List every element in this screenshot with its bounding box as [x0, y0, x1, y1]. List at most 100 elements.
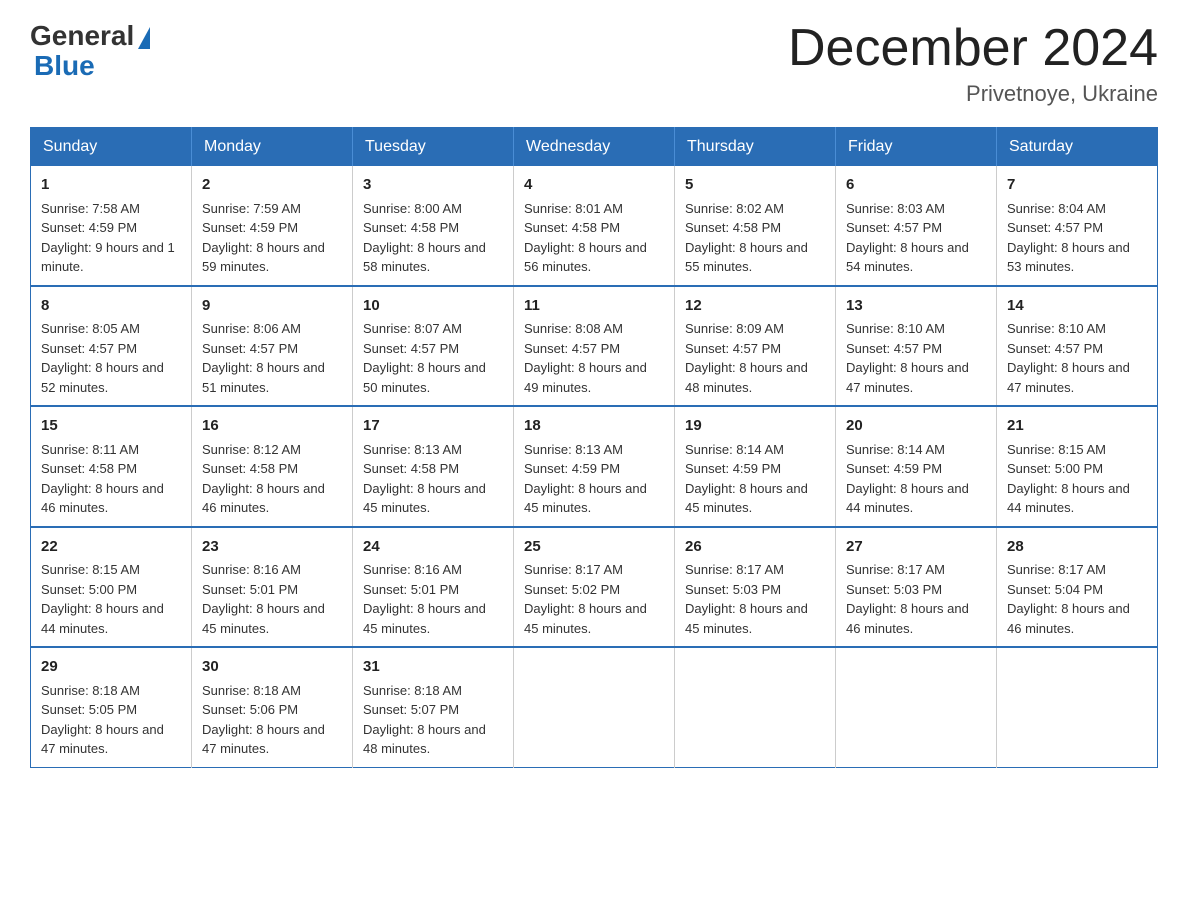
sunrise-text: Sunrise: 8:09 AM — [685, 321, 784, 336]
title-section: December 2024 Privetnoye, Ukraine — [788, 20, 1158, 107]
sunrise-text: Sunrise: 8:02 AM — [685, 201, 784, 216]
calendar-week-row: 29 Sunrise: 8:18 AM Sunset: 5:05 PM Dayl… — [31, 647, 1158, 767]
calendar-day-cell: 28 Sunrise: 8:17 AM Sunset: 5:04 PM Dayl… — [997, 527, 1158, 648]
daylight-text: Daylight: 8 hours and 52 minutes. — [41, 360, 164, 395]
day-of-week-header: Saturday — [997, 128, 1158, 167]
page-header: General Blue December 2024 Privetnoye, U… — [30, 20, 1158, 107]
daylight-text: Daylight: 8 hours and 48 minutes. — [363, 722, 486, 757]
sunset-text: Sunset: 5:00 PM — [41, 582, 137, 597]
calendar-day-cell — [997, 647, 1158, 767]
day-number: 11 — [524, 295, 664, 318]
sunrise-text: Sunrise: 8:03 AM — [846, 201, 945, 216]
day-of-week-header: Wednesday — [514, 128, 675, 167]
day-number: 12 — [685, 295, 825, 318]
calendar-day-cell: 3 Sunrise: 8:00 AM Sunset: 4:58 PM Dayli… — [353, 166, 514, 286]
calendar-table: SundayMondayTuesdayWednesdayThursdayFrid… — [30, 127, 1158, 768]
day-number: 19 — [685, 415, 825, 438]
sunset-text: Sunset: 5:02 PM — [524, 582, 620, 597]
sunrise-text: Sunrise: 8:14 AM — [846, 442, 945, 457]
daylight-text: Daylight: 8 hours and 51 minutes. — [202, 360, 325, 395]
sunrise-text: Sunrise: 8:18 AM — [41, 683, 140, 698]
day-number: 21 — [1007, 415, 1147, 438]
calendar-day-cell — [675, 647, 836, 767]
calendar-day-cell: 24 Sunrise: 8:16 AM Sunset: 5:01 PM Dayl… — [353, 527, 514, 648]
calendar-day-cell: 10 Sunrise: 8:07 AM Sunset: 4:57 PM Dayl… — [353, 286, 514, 407]
sunrise-text: Sunrise: 8:17 AM — [685, 562, 784, 577]
sunset-text: Sunset: 4:57 PM — [685, 341, 781, 356]
month-title: December 2024 — [788, 20, 1158, 77]
calendar-day-cell — [514, 647, 675, 767]
daylight-text: Daylight: 8 hours and 46 minutes. — [41, 481, 164, 516]
calendar-day-cell: 21 Sunrise: 8:15 AM Sunset: 5:00 PM Dayl… — [997, 406, 1158, 527]
daylight-text: Daylight: 9 hours and 1 minute. — [41, 240, 175, 275]
sunrise-text: Sunrise: 8:04 AM — [1007, 201, 1106, 216]
sunset-text: Sunset: 4:58 PM — [41, 461, 137, 476]
calendar-day-cell: 14 Sunrise: 8:10 AM Sunset: 4:57 PM Dayl… — [997, 286, 1158, 407]
calendar-day-cell: 22 Sunrise: 8:15 AM Sunset: 5:00 PM Dayl… — [31, 527, 192, 648]
daylight-text: Daylight: 8 hours and 53 minutes. — [1007, 240, 1130, 275]
sunset-text: Sunset: 5:04 PM — [1007, 582, 1103, 597]
sunrise-text: Sunrise: 7:59 AM — [202, 201, 301, 216]
calendar-day-cell: 19 Sunrise: 8:14 AM Sunset: 4:59 PM Dayl… — [675, 406, 836, 527]
sunset-text: Sunset: 4:59 PM — [846, 461, 942, 476]
daylight-text: Daylight: 8 hours and 44 minutes. — [41, 601, 164, 636]
daylight-text: Daylight: 8 hours and 59 minutes. — [202, 240, 325, 275]
daylight-text: Daylight: 8 hours and 47 minutes. — [846, 360, 969, 395]
sunrise-text: Sunrise: 8:18 AM — [202, 683, 301, 698]
day-number: 20 — [846, 415, 986, 438]
sunrise-text: Sunrise: 8:14 AM — [685, 442, 784, 457]
daylight-text: Daylight: 8 hours and 45 minutes. — [202, 601, 325, 636]
sunset-text: Sunset: 4:57 PM — [846, 341, 942, 356]
day-number: 13 — [846, 295, 986, 318]
sunset-text: Sunset: 4:57 PM — [41, 341, 137, 356]
calendar-day-cell: 31 Sunrise: 8:18 AM Sunset: 5:07 PM Dayl… — [353, 647, 514, 767]
sunrise-text: Sunrise: 8:06 AM — [202, 321, 301, 336]
sunrise-text: Sunrise: 8:16 AM — [363, 562, 462, 577]
day-number: 8 — [41, 295, 181, 318]
day-number: 14 — [1007, 295, 1147, 318]
calendar-day-cell: 8 Sunrise: 8:05 AM Sunset: 4:57 PM Dayli… — [31, 286, 192, 407]
daylight-text: Daylight: 8 hours and 46 minutes. — [1007, 601, 1130, 636]
calendar-day-cell: 11 Sunrise: 8:08 AM Sunset: 4:57 PM Dayl… — [514, 286, 675, 407]
daylight-text: Daylight: 8 hours and 54 minutes. — [846, 240, 969, 275]
calendar-day-cell: 16 Sunrise: 8:12 AM Sunset: 4:58 PM Dayl… — [192, 406, 353, 527]
calendar-week-row: 1 Sunrise: 7:58 AM Sunset: 4:59 PM Dayli… — [31, 166, 1158, 286]
day-number: 24 — [363, 536, 503, 559]
sunset-text: Sunset: 4:58 PM — [685, 220, 781, 235]
sunset-text: Sunset: 4:57 PM — [846, 220, 942, 235]
daylight-text: Daylight: 8 hours and 44 minutes. — [1007, 481, 1130, 516]
calendar-day-cell — [836, 647, 997, 767]
sunset-text: Sunset: 4:57 PM — [363, 341, 459, 356]
daylight-text: Daylight: 8 hours and 45 minutes. — [524, 481, 647, 516]
day-number: 7 — [1007, 174, 1147, 197]
sunrise-text: Sunrise: 8:17 AM — [524, 562, 623, 577]
daylight-text: Daylight: 8 hours and 45 minutes. — [685, 481, 808, 516]
sunset-text: Sunset: 4:57 PM — [1007, 220, 1103, 235]
logo-blue-text: Blue — [34, 50, 95, 82]
day-number: 29 — [41, 656, 181, 679]
calendar-day-cell: 2 Sunrise: 7:59 AM Sunset: 4:59 PM Dayli… — [192, 166, 353, 286]
day-number: 6 — [846, 174, 986, 197]
day-of-week-header: Monday — [192, 128, 353, 167]
day-number: 23 — [202, 536, 342, 559]
day-number: 5 — [685, 174, 825, 197]
day-number: 16 — [202, 415, 342, 438]
calendar-day-cell: 15 Sunrise: 8:11 AM Sunset: 4:58 PM Dayl… — [31, 406, 192, 527]
day-number: 3 — [363, 174, 503, 197]
days-header-row: SundayMondayTuesdayWednesdayThursdayFrid… — [31, 128, 1158, 167]
calendar-day-cell: 25 Sunrise: 8:17 AM Sunset: 5:02 PM Dayl… — [514, 527, 675, 648]
sunrise-text: Sunrise: 8:12 AM — [202, 442, 301, 457]
sunset-text: Sunset: 4:58 PM — [524, 220, 620, 235]
day-of-week-header: Friday — [836, 128, 997, 167]
sunset-text: Sunset: 4:58 PM — [363, 220, 459, 235]
sunset-text: Sunset: 4:58 PM — [363, 461, 459, 476]
daylight-text: Daylight: 8 hours and 46 minutes. — [846, 601, 969, 636]
daylight-text: Daylight: 8 hours and 45 minutes. — [363, 601, 486, 636]
day-number: 22 — [41, 536, 181, 559]
day-of-week-header: Tuesday — [353, 128, 514, 167]
daylight-text: Daylight: 8 hours and 50 minutes. — [363, 360, 486, 395]
day-number: 4 — [524, 174, 664, 197]
location-label: Privetnoye, Ukraine — [788, 81, 1158, 107]
day-of-week-header: Sunday — [31, 128, 192, 167]
day-number: 2 — [202, 174, 342, 197]
